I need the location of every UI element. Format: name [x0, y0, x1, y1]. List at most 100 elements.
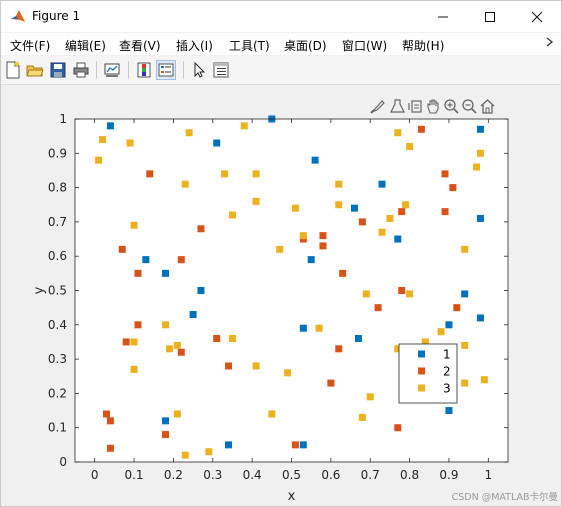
- data-point[interactable]: [386, 214, 394, 222]
- link-plot-icon[interactable]: [103, 61, 121, 79]
- data-point[interactable]: [197, 287, 205, 294]
- data-point[interactable]: [181, 451, 189, 459]
- data-point[interactable]: [476, 214, 484, 222]
- data-point[interactable]: [291, 441, 299, 449]
- data-point[interactable]: [374, 304, 382, 312]
- data-point[interactable]: [99, 136, 107, 144]
- data-point[interactable]: [315, 324, 323, 332]
- data-point[interactable]: [162, 269, 170, 277]
- data-point[interactable]: [473, 163, 481, 171]
- menu-file[interactable]: 文件(F): [10, 37, 50, 54]
- data-point[interactable]: [402, 201, 410, 209]
- data-point[interactable]: [106, 444, 114, 452]
- data-point[interactable]: [205, 448, 213, 456]
- data-point[interactable]: [173, 410, 181, 418]
- data-point[interactable]: [162, 431, 170, 439]
- data-point[interactable]: [449, 184, 457, 192]
- data-point[interactable]: [350, 204, 358, 212]
- data-point[interactable]: [417, 125, 425, 133]
- data-point[interactable]: [406, 142, 414, 150]
- data-point[interactable]: [118, 245, 126, 253]
- data-point[interactable]: [394, 129, 402, 137]
- data-point[interactable]: [299, 324, 307, 332]
- data-point[interactable]: [461, 245, 469, 253]
- data-point[interactable]: [480, 376, 488, 384]
- chevron-right-icon[interactable]: [546, 37, 554, 47]
- data-point[interactable]: [441, 208, 449, 216]
- data-point[interactable]: [146, 170, 154, 178]
- open-file-icon[interactable]: [26, 61, 44, 79]
- data-point[interactable]: [225, 362, 233, 370]
- data-point[interactable]: [406, 290, 414, 298]
- data-point[interactable]: [307, 256, 315, 264]
- new-figure-icon[interactable]: [4, 61, 22, 79]
- data-point[interactable]: [284, 369, 292, 377]
- pointer-icon[interactable]: [190, 61, 208, 79]
- data-point[interactable]: [378, 228, 386, 236]
- data-point[interactable]: [453, 304, 461, 312]
- data-point[interactable]: [476, 149, 484, 157]
- data-point[interactable]: [461, 379, 469, 387]
- data-point[interactable]: [213, 335, 221, 343]
- data-point[interactable]: [335, 201, 343, 209]
- data-point[interactable]: [134, 321, 142, 329]
- data-point[interactable]: [130, 365, 138, 373]
- data-point[interactable]: [106, 417, 114, 425]
- data-point[interactable]: [354, 335, 362, 343]
- data-point[interactable]: [445, 321, 453, 329]
- data-point[interactable]: [189, 311, 197, 319]
- legend-icon[interactable]: [156, 60, 176, 80]
- data-point[interactable]: [228, 211, 236, 219]
- data-point[interactable]: [366, 393, 374, 401]
- data-point[interactable]: [394, 235, 402, 243]
- menu-edit[interactable]: 编辑(E): [65, 37, 106, 54]
- data-point[interactable]: [213, 139, 221, 147]
- data-point[interactable]: [102, 410, 110, 418]
- menu-window[interactable]: 窗口(W): [342, 37, 387, 54]
- data-point[interactable]: [327, 379, 335, 387]
- data-point[interactable]: [335, 180, 343, 188]
- data-point[interactable]: [106, 122, 114, 130]
- data-point[interactable]: [126, 139, 134, 147]
- data-point[interactable]: [319, 232, 327, 240]
- data-point[interactable]: [252, 170, 260, 178]
- data-point[interactable]: [461, 341, 469, 349]
- print-icon[interactable]: [72, 61, 90, 79]
- data-point[interactable]: [177, 256, 185, 264]
- data-point[interactable]: [358, 413, 366, 421]
- data-point[interactable]: [252, 197, 260, 205]
- scatter-chart[interactable]: 0 0.1 0.2 0.3 0.4 0.5 0.6 0.7 0.8 0.9 1 0 0.1 0.2 0.3 0…: [1, 85, 561, 505]
- title-bar[interactable]: Figure 1: [1, 1, 561, 32]
- minimize-button[interactable]: [420, 1, 466, 32]
- data-point[interactable]: [142, 256, 150, 264]
- data-point[interactable]: [185, 129, 193, 137]
- data-point[interactable]: [461, 290, 469, 298]
- data-point[interactable]: [398, 287, 406, 294]
- data-point[interactable]: [276, 245, 284, 253]
- data-point[interactable]: [476, 314, 484, 322]
- data-point[interactable]: [130, 221, 138, 229]
- data-point[interactable]: [95, 156, 103, 164]
- data-point[interactable]: [130, 338, 138, 346]
- data-point[interactable]: [299, 232, 307, 240]
- data-point[interactable]: [378, 180, 386, 188]
- colorbar-icon[interactable]: [135, 61, 153, 79]
- data-point[interactable]: [362, 290, 370, 298]
- data-point[interactable]: [173, 341, 181, 349]
- menu-view[interactable]: 查看(V): [119, 37, 161, 54]
- menu-tools[interactable]: 工具(T): [229, 37, 270, 54]
- data-point[interactable]: [445, 407, 453, 415]
- data-point[interactable]: [339, 269, 347, 277]
- data-point[interactable]: [177, 348, 185, 356]
- close-button[interactable]: [514, 1, 560, 32]
- data-point[interactable]: [311, 156, 319, 164]
- save-icon[interactable]: [49, 61, 67, 79]
- property-inspector-icon[interactable]: [212, 61, 230, 79]
- data-point[interactable]: [162, 417, 170, 425]
- data-point[interactable]: [197, 225, 205, 233]
- data-point[interactable]: [122, 338, 130, 346]
- data-point[interactable]: [398, 208, 406, 216]
- data-point[interactable]: [299, 441, 307, 449]
- data-point[interactable]: [476, 125, 484, 133]
- data-point[interactable]: [165, 345, 173, 353]
